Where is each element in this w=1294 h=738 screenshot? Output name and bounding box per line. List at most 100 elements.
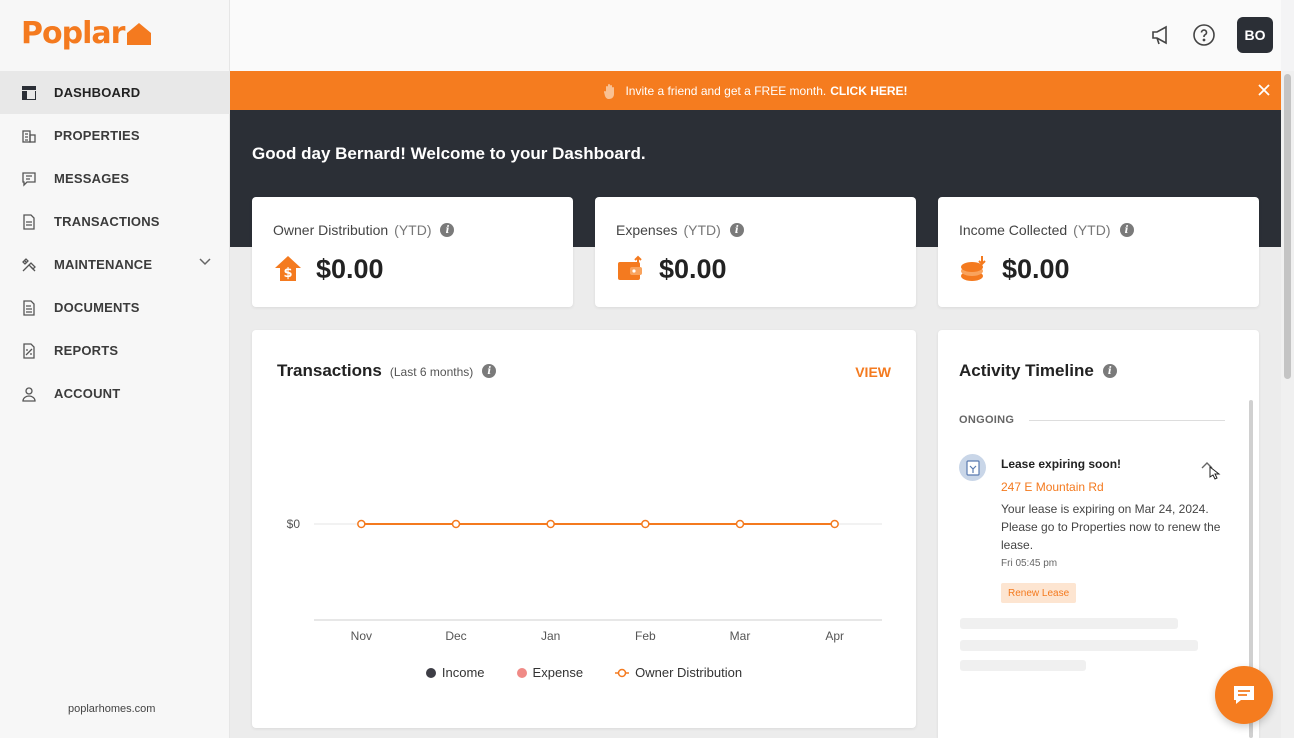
chevron-down-icon[interactable] — [199, 258, 211, 266]
banner-text: Invite a friend and get a FREE month. — [625, 83, 827, 98]
legend-swatch-expense — [516, 667, 527, 678]
stat-period: (YTD) — [683, 222, 721, 238]
info-icon[interactable]: i — [1102, 364, 1117, 378]
sidebar-item-messages[interactable]: MESSAGES — [0, 157, 230, 200]
x-tick-label: Mar — [730, 629, 751, 643]
stat-label: Expenses (YTD) i — [616, 222, 744, 238]
footer-website-link[interactable]: poplarhomes.com — [68, 703, 155, 715]
info-icon[interactable]: i — [440, 223, 455, 237]
info-icon[interactable]: i — [729, 223, 744, 237]
poplar-logo[interactable]: Poplar — [21, 15, 152, 51]
stat-title: Owner Distribution — [273, 222, 389, 238]
page-scrollbar[interactable] — [1281, 71, 1294, 738]
event-title: Lease expiring soon! — [1001, 457, 1122, 471]
top-bar: BO — [230, 0, 1281, 71]
banner-cta-link[interactable]: CLICK HERE! — [830, 84, 907, 98]
legend-swatch-income — [425, 667, 436, 678]
stat-value: $0.00 — [1002, 254, 1070, 284]
x-tick-label: Apr — [825, 629, 844, 643]
sidebar-item-reports[interactable]: REPORTS — [0, 329, 230, 372]
section-divider — [1029, 420, 1225, 421]
user-icon — [21, 386, 37, 402]
event-timestamp: Fri 05:45 pm — [1001, 558, 1058, 569]
x-tick-label: Nov — [351, 629, 372, 643]
event-address-link[interactable]: 247 E Mountain Rd — [1001, 480, 1104, 494]
event-description: Your lease is expiring on Mar 24, 2024. … — [1001, 502, 1221, 552]
transactions-card: Transactions (Last 6 months) i VIEW $0 No… — [252, 330, 916, 728]
sidebar-item-dashboard[interactable]: DASHBOARD — [0, 71, 230, 114]
file-icon — [21, 299, 37, 316]
scrollbar-thumb[interactable] — [1284, 74, 1291, 379]
building-icon — [21, 128, 37, 144]
megaphone-icon[interactable] — [1150, 23, 1174, 47]
stat-value: $0.00 — [659, 254, 727, 284]
activity-title: Activity Timeline — [959, 361, 1094, 380]
activity-timeline-card: Activity Timeline i ONGOING Lease expiri… — [938, 330, 1259, 738]
renew-lease-button[interactable]: Renew Lease — [1001, 583, 1077, 603]
hand-icon — [604, 83, 615, 99]
stat-period: (YTD) — [394, 222, 432, 238]
x-tick-label: Feb — [635, 629, 656, 643]
house-dollar-icon: $ — [275, 256, 301, 281]
owner-distribution-card: Owner Distribution (YTD) i $ $0.00 — [252, 197, 573, 307]
logo-text: Poplar — [21, 15, 125, 51]
message-icon — [21, 171, 37, 187]
info-icon[interactable]: i — [1119, 223, 1134, 237]
sidebar-item-label: ACCOUNT — [54, 386, 121, 401]
chat-button[interactable] — [1215, 666, 1273, 724]
stat-label: Income Collected (YTD) i — [959, 222, 1134, 238]
loading-placeholder — [960, 640, 1198, 651]
legend-expense[interactable]: Expense — [516, 665, 584, 680]
wallet-icon — [618, 255, 642, 280]
y-tick-label: $0 — [287, 517, 301, 531]
document-icon — [21, 213, 37, 230]
sidebar-item-transactions[interactable]: TRANSACTIONS — [0, 200, 230, 243]
data-point — [451, 519, 461, 529]
loading-placeholder — [960, 660, 1086, 671]
sidebar-item-properties[interactable]: PROPERTIES — [0, 114, 230, 157]
income-collected-card: Income Collected (YTD) i $0.00 — [938, 197, 1259, 307]
legend-income[interactable]: Income — [425, 665, 485, 680]
sidebar-item-label: MAINTENANCE — [54, 257, 153, 272]
stat-title: Expenses — [616, 222, 678, 238]
legend-label: Expense — [532, 665, 584, 680]
invite-banner: Invite a friend and get a FREE month. CL… — [230, 71, 1281, 110]
chat-icon — [1234, 686, 1254, 704]
sidebar: Poplar DASHBOARD PROPERTIES MESSAGES TRA… — [0, 0, 230, 738]
svg-text:$: $ — [283, 266, 292, 281]
sidebar-item-label: DOCUMENTS — [54, 300, 140, 315]
dashboard-icon — [21, 85, 37, 101]
transactions-chart: $0 Nov Dec Jan Feb Mar Apr — [287, 517, 882, 643]
stat-label: Owner Distribution (YTD) i — [273, 222, 455, 238]
x-tick-label: Jan — [541, 629, 560, 643]
data-point — [357, 519, 366, 529]
sidebar-item-label: DASHBOARD — [54, 85, 141, 100]
legend-label: Owner Distribution — [635, 665, 743, 680]
sidebar-item-maintenance[interactable]: MAINTENANCE — [0, 243, 230, 286]
sidebar-item-label: TRANSACTIONS — [54, 214, 160, 229]
expenses-card: Expenses (YTD) i $0.00 — [595, 197, 916, 307]
x-tick-label: Dec — [445, 629, 466, 643]
sidebar-nav: DASHBOARD PROPERTIES MESSAGES TRANSACTIO… — [0, 71, 230, 415]
sidebar-item-documents[interactable]: DOCUMENTS — [0, 286, 230, 329]
sidebar-item-label: PROPERTIES — [54, 128, 140, 143]
house-logo-icon — [127, 23, 152, 45]
help-icon[interactable] — [1192, 23, 1216, 47]
sidebar-item-label: MESSAGES — [54, 171, 130, 186]
sidebar-item-account[interactable]: ACCOUNT — [0, 372, 230, 415]
data-point — [546, 519, 555, 529]
data-point — [830, 519, 839, 529]
page-title: Good day Bernard! Welcome to your Dashbo… — [252, 144, 646, 163]
chart-legend: Income Expense Owner Distribution — [252, 665, 916, 680]
report-icon — [21, 342, 37, 359]
coins-icon — [961, 256, 986, 281]
legend-owner-distribution[interactable]: Owner Distribution — [615, 665, 742, 680]
data-point — [641, 519, 650, 529]
legend-label: Income — [441, 665, 485, 680]
user-avatar[interactable]: BO — [1237, 17, 1273, 53]
activity-title-row: Activity Timeline i — [959, 361, 1117, 381]
close-icon[interactable] — [1257, 83, 1271, 97]
collapse-chevron-icon[interactable] — [1200, 459, 1224, 483]
loading-placeholder — [960, 618, 1178, 629]
section-label: ONGOING — [959, 414, 1015, 426]
